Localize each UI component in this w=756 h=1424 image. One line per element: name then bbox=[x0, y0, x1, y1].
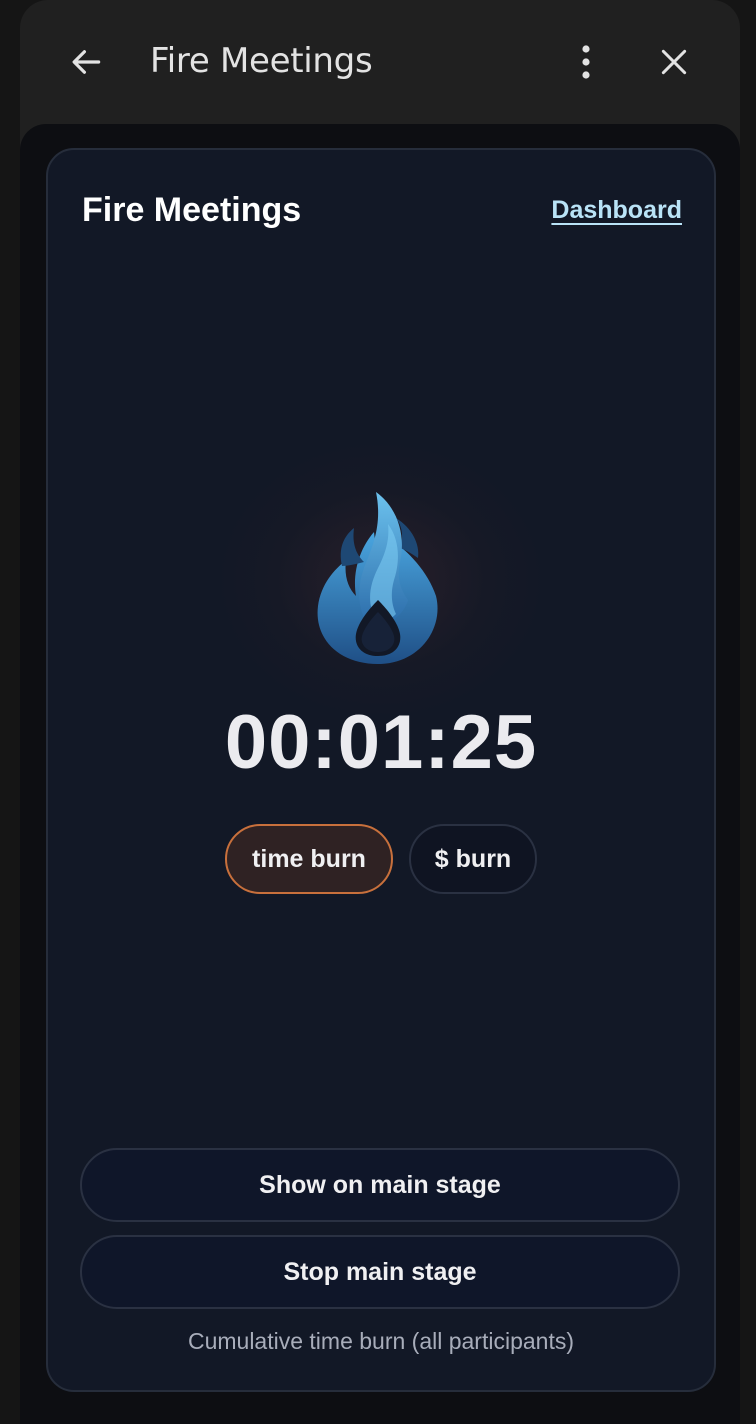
back-button[interactable] bbox=[60, 36, 112, 88]
dollar-burn-toggle[interactable]: $ burn bbox=[409, 824, 537, 894]
panel-title: Fire Meetings bbox=[150, 41, 373, 81]
show-main-stage-button[interactable]: Show on main stage bbox=[80, 1148, 680, 1222]
panel-header: Fire Meetings bbox=[20, 0, 740, 124]
dashboard-link[interactable]: Dashboard bbox=[551, 194, 682, 226]
burn-timer: 00:01:25 bbox=[224, 700, 538, 785]
flame-icon bbox=[317, 492, 438, 664]
app-title: Fire Meetings bbox=[82, 191, 302, 229]
time-burn-toggle[interactable]: time burn bbox=[225, 824, 393, 894]
more-options-button[interactable] bbox=[560, 36, 612, 88]
close-button[interactable] bbox=[648, 36, 700, 88]
app-card: Fire Meetings Dashboard 00:01:25 time bu… bbox=[46, 148, 716, 1392]
stop-main-stage-button[interactable]: Stop main stage bbox=[80, 1235, 680, 1309]
app-frame: Fire Meetings Dashboard 00:01:25 time bu… bbox=[20, 124, 740, 1424]
more-vertical-icon bbox=[582, 45, 590, 79]
cumulative-caption: Cumulative time burn (all participants) bbox=[187, 1328, 575, 1354]
side-panel: Fire Meetings Fire Meetings Dashboard 00… bbox=[20, 0, 740, 1424]
burn-mode-toggle: time burn $ burn bbox=[48, 824, 714, 894]
arrow-left-icon bbox=[72, 50, 101, 74]
close-icon bbox=[661, 49, 687, 75]
